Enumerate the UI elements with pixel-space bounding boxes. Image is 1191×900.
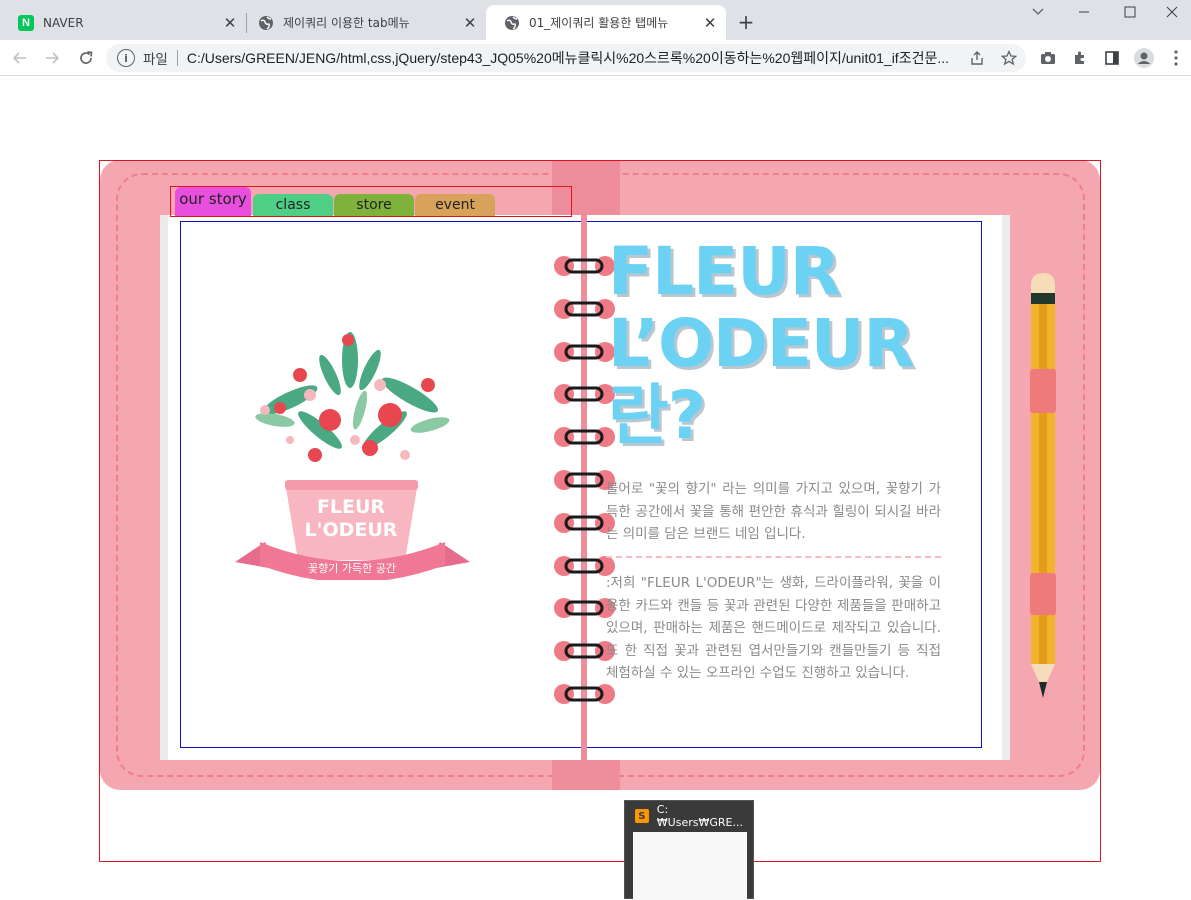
- camera-icon[interactable]: [1036, 46, 1060, 70]
- address-bar[interactable]: i 파일 C:/Users/GREEN/JENG/html,css,jQuery…: [106, 44, 1026, 72]
- tab-jquery-tabmenu[interactable]: 제이쿼리 이용한 tab메뉴 ✕: [240, 5, 486, 40]
- scheme-label: 파일: [143, 52, 168, 68]
- tab-active[interactable]: 01_제이쿼리 활용한 탭메뉴 ✕: [486, 5, 726, 40]
- close-window-icon[interactable]: [1153, 0, 1191, 24]
- address-divider: [176, 50, 178, 66]
- close-icon[interactable]: ✕: [700, 13, 720, 33]
- menu-kebab-icon[interactable]: [1164, 46, 1188, 70]
- profile-avatar-icon[interactable]: [1132, 46, 1156, 70]
- close-icon[interactable]: ✕: [460, 13, 480, 33]
- new-tab-button[interactable]: +: [734, 10, 758, 34]
- reload-icon[interactable]: [74, 46, 98, 70]
- url-text[interactable]: C:/Users/GREEN/JENG/html,css,jQuery/step…: [187, 48, 962, 68]
- side-panel-icon[interactable]: [1100, 46, 1124, 70]
- bookmark-star-icon[interactable]: [997, 46, 1021, 70]
- naver-icon: N: [18, 14, 34, 31]
- share-icon[interactable]: [965, 46, 989, 70]
- extensions-icon[interactable]: [1068, 46, 1092, 70]
- taskbar-preview[interactable]: S C:₩Users₩GRE...: [624, 800, 754, 900]
- close-icon[interactable]: ✕: [220, 13, 240, 33]
- forward-icon[interactable]: [40, 46, 64, 70]
- browser-tabstrip: N NAVER ✕ 제이쿼리 이용한 tab메뉴 ✕ 01_제이쿼리 활용한 탭…: [0, 0, 1191, 40]
- tab-title: 01_제이쿼리 활용한 탭메뉴: [529, 16, 669, 30]
- globe-icon: [504, 15, 520, 31]
- tab-title: 제이쿼리 이용한 tab메뉴: [283, 16, 410, 30]
- wrap-outline: [99, 160, 1101, 862]
- minimize-icon[interactable]: [1061, 0, 1107, 24]
- tab-naver[interactable]: N NAVER ✕: [0, 5, 246, 40]
- globe-icon: [258, 15, 274, 31]
- preview-thumbnail: [633, 832, 747, 900]
- sublime-icon: S: [635, 809, 649, 823]
- maximize-icon[interactable]: [1107, 0, 1153, 24]
- info-icon[interactable]: i: [117, 49, 135, 67]
- back-icon[interactable]: [8, 46, 32, 70]
- preview-title: C:₩Users₩GRE...: [656, 803, 743, 829]
- browser-toolbar: i 파일 C:/Users/GREEN/JENG/html,css,jQuery…: [0, 40, 1191, 76]
- tab-title: NAVER: [43, 15, 84, 30]
- tab-search-icon[interactable]: [1015, 0, 1061, 24]
